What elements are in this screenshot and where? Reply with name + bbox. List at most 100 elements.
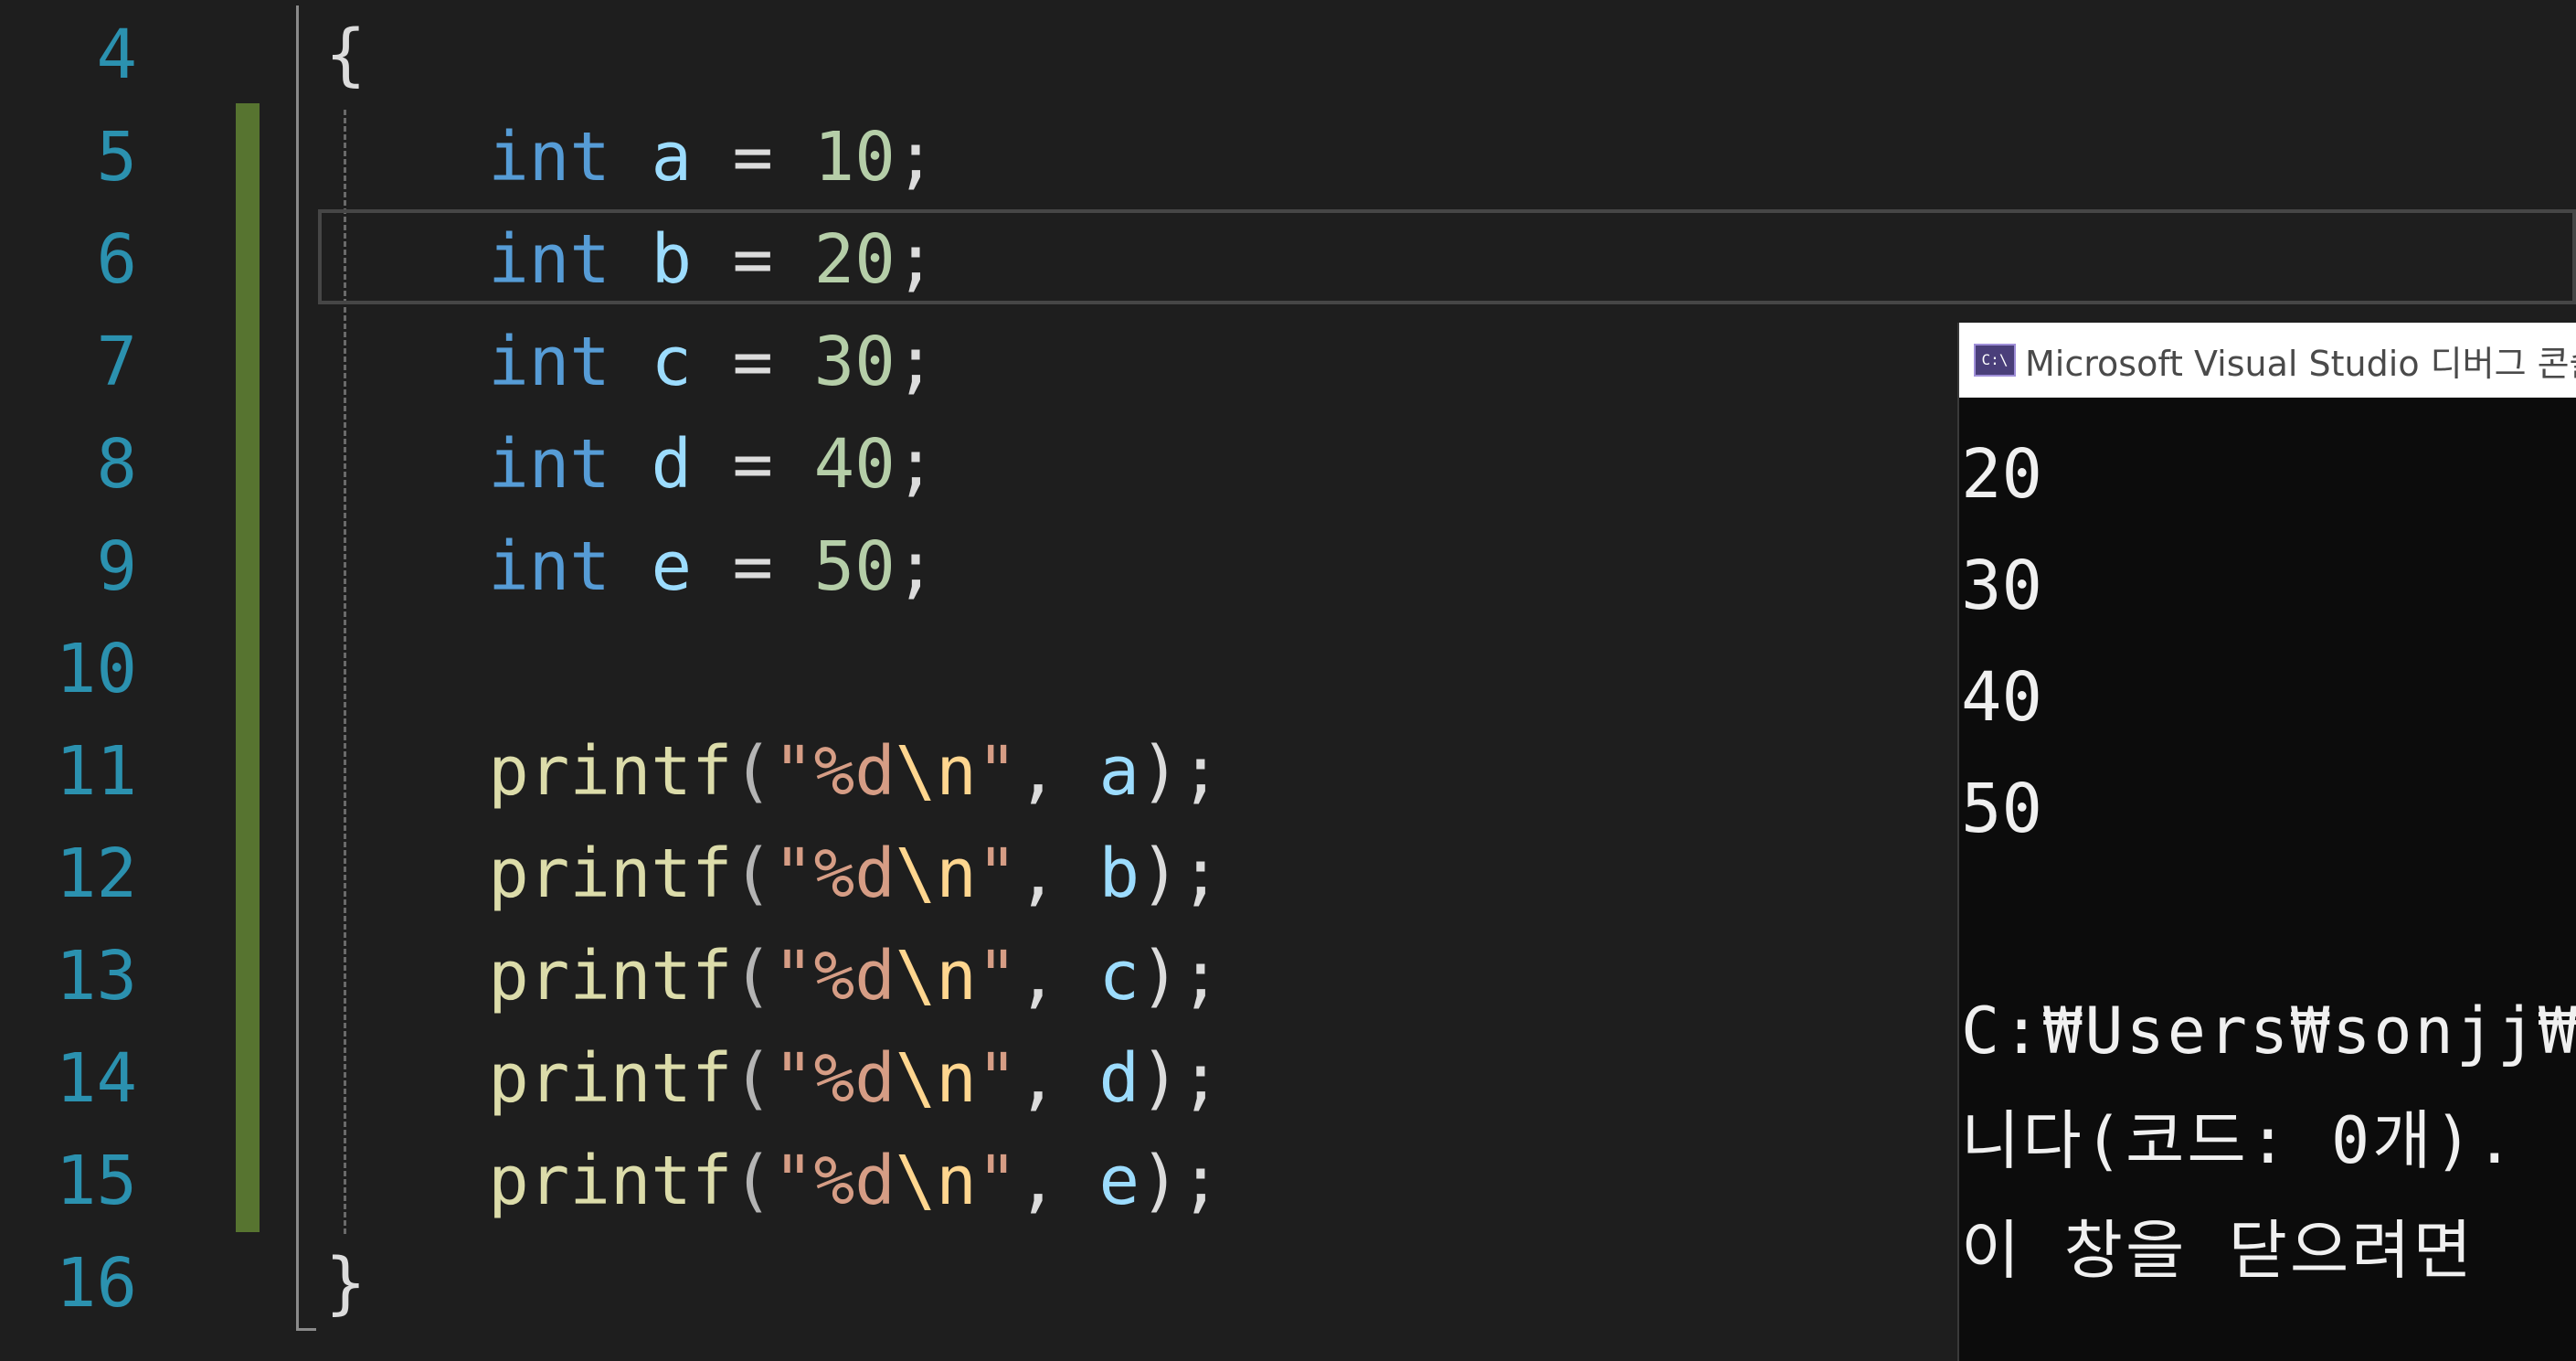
- line-number: 5: [96, 118, 137, 197]
- line-number: 12: [55, 835, 137, 913]
- debug-console-window[interactable]: C:\ Microsoft Visual Studio 디버그 콘솔 20 30…: [1957, 323, 2576, 1361]
- code-token: e: [651, 527, 692, 606]
- change-tracking-bar: [236, 103, 260, 1232]
- console-app-icon: C:\: [1974, 344, 2016, 377]
- code-token: (: [732, 835, 774, 913]
- code-token: 40: [813, 425, 896, 504]
- code-token: {: [325, 16, 366, 94]
- code-token: b: [1098, 835, 1140, 913]
- code-token: ": [976, 835, 1018, 913]
- line-number: 6: [96, 220, 137, 299]
- code-token: ;: [895, 425, 937, 504]
- code-token: ,: [1017, 937, 1099, 1015]
- code-token: ,: [1017, 1039, 1099, 1118]
- code-token: \n: [895, 937, 977, 1015]
- code-token: ": [976, 937, 1018, 1015]
- code-line[interactable]: printf("%d\n", e);: [325, 1130, 1221, 1232]
- code-token: );: [1140, 1039, 1222, 1118]
- code-token: "%d: [773, 1142, 896, 1220]
- console-message-line: 니다(코드: 0개).: [1961, 1103, 2517, 1178]
- code-token: );: [1140, 1142, 1222, 1220]
- code-token: =: [692, 425, 814, 504]
- code-token: printf: [488, 732, 733, 811]
- code-line[interactable]: {: [325, 4, 366, 106]
- code-token: );: [1140, 732, 1222, 811]
- code-line[interactable]: printf("%d\n", c);: [325, 925, 1221, 1027]
- code-token: ,: [1017, 835, 1099, 913]
- code-token: =: [692, 118, 814, 197]
- console-output: 20 30 40 50 C:₩Users₩sonjj₩sou 니다(코드: 0개…: [1961, 401, 2576, 1323]
- code-token: \n: [895, 1039, 977, 1118]
- console-output-line: 30: [1961, 547, 2043, 625]
- code-token: (: [732, 937, 774, 1015]
- code-token: \n: [895, 1142, 977, 1220]
- code-token: ": [976, 732, 1018, 811]
- code-token: printf: [488, 1039, 733, 1118]
- code-token: ;: [895, 323, 937, 401]
- code-token: "%d: [773, 937, 896, 1015]
- code-line[interactable]: int d = 40;: [325, 413, 936, 516]
- console-message-line: C:₩Users₩sonjj₩sou: [1961, 994, 2576, 1069]
- code-token: a: [1098, 732, 1140, 811]
- code-token: 50: [813, 527, 896, 606]
- code-line[interactable]: int c = 30;: [325, 311, 936, 413]
- code-token: ,: [1017, 732, 1099, 811]
- line-number: 14: [55, 1039, 137, 1118]
- code-token: d: [651, 425, 692, 504]
- code-token: ;: [895, 527, 937, 606]
- code-token: c: [651, 323, 692, 401]
- code-token: 10: [813, 118, 896, 197]
- code-line[interactable]: printf("%d\n", d);: [325, 1027, 1221, 1130]
- code-line[interactable]: int e = 50;: [325, 516, 936, 618]
- line-number: 4: [96, 16, 137, 94]
- code-token: (: [732, 732, 774, 811]
- code-token: (: [732, 1039, 774, 1118]
- code-line[interactable]: }: [325, 1232, 366, 1334]
- code-fold-end: [296, 1328, 316, 1331]
- console-output-line: 20: [1961, 435, 2043, 514]
- code-line[interactable]: int b = 20;: [325, 208, 936, 311]
- line-number: 7: [96, 323, 137, 401]
- code-token: 20: [813, 220, 896, 299]
- code-token: int: [488, 425, 610, 504]
- code-token: );: [1140, 835, 1222, 913]
- code-line[interactable]: printf("%d\n", b);: [325, 823, 1221, 925]
- console-title-bar[interactable]: C:\ Microsoft Visual Studio 디버그 콘솔: [1959, 323, 2576, 398]
- code-line[interactable]: printf("%d\n", a);: [325, 720, 1221, 823]
- code-token: b: [651, 220, 692, 299]
- code-token: int: [488, 527, 610, 606]
- code-token: 30: [813, 323, 896, 401]
- console-message-line: 이 창을 닫으려면: [1961, 1213, 2475, 1288]
- code-token: \n: [895, 835, 977, 913]
- code-token: "%d: [773, 732, 896, 811]
- code-token: );: [1140, 937, 1222, 1015]
- line-number: 10: [55, 630, 137, 708]
- console-output-line: 50: [1961, 770, 2043, 848]
- code-token: a: [651, 118, 692, 197]
- code-token: d: [1098, 1039, 1140, 1118]
- code-token: printf: [488, 1142, 733, 1220]
- code-line[interactable]: int a = 10;: [325, 106, 936, 208]
- line-number: 13: [55, 937, 137, 1015]
- code-token: "%d: [773, 1039, 896, 1118]
- line-number: 9: [96, 527, 137, 606]
- code-token: ": [976, 1039, 1018, 1118]
- console-output-line: 40: [1961, 658, 2043, 737]
- code-editor[interactable]: 4 5 6 7 8 9 10 11 12 13 14 15 16 { int a = 10; int b…: [0, 0, 2576, 1361]
- line-number: 8: [96, 425, 137, 504]
- code-token: int: [488, 323, 610, 401]
- code-token: ": [976, 1142, 1018, 1220]
- line-number: 16: [55, 1244, 137, 1323]
